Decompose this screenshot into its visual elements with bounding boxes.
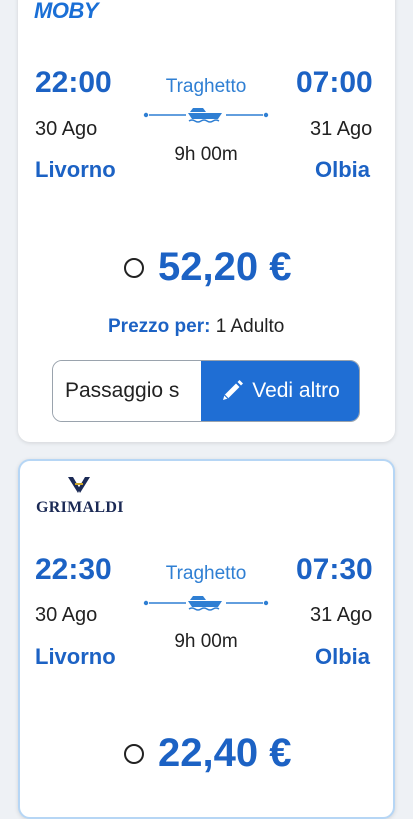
view-more-button[interactable]: Vedi altro	[201, 361, 359, 421]
moby-logo: MOBY	[34, 0, 99, 23]
passage-type-button[interactable]: Passaggio s	[53, 361, 201, 421]
select-offer-radio[interactable]	[124, 744, 144, 764]
transport-mode: Traghetto	[165, 76, 247, 97]
arrival-city: Olbia	[315, 157, 371, 182]
grimaldi-name: GRIMALDI	[36, 499, 124, 516]
departure-date: 30 Ago	[35, 118, 98, 140]
arrival-time: 07:30	[296, 553, 373, 586]
arrival-date: 31 Ago	[310, 604, 373, 626]
departure-city: Livorno	[35, 644, 116, 669]
departure-time: 22:30	[35, 553, 112, 586]
price: 52,20 €	[158, 245, 292, 289]
pencil-icon	[223, 380, 244, 400]
departure-date: 30 Ago	[35, 604, 98, 626]
trip-duration: 9h 00m	[174, 144, 238, 165]
arrival-city: Olbia	[315, 644, 371, 669]
grimaldi-emblem-icon	[68, 477, 90, 493]
arrival-date: 31 Ago	[310, 118, 373, 140]
departure-city: Livorno	[35, 157, 116, 182]
transport-mode: Traghetto	[165, 563, 247, 584]
price: 22,40 €	[158, 731, 292, 775]
ferry-icon	[188, 596, 222, 611]
offer-card-moby[interactable]: MOBY 22:00 Traghetto 07:00 30 Ago 9h 00m…	[18, 0, 395, 442]
price-per: Prezzo per: 1 Adulto	[108, 316, 284, 338]
arrival-time: 07:00	[296, 66, 373, 99]
offer-card-grimaldi[interactable]: GRIMALDI 22:30 Traghetto 07:30 30 Ago 9h…	[18, 459, 395, 819]
ferry-icon	[188, 108, 222, 123]
route-line	[143, 108, 269, 123]
route-line	[143, 596, 269, 611]
trip-duration: 9h 00m	[174, 631, 238, 652]
departure-time: 22:00	[35, 66, 112, 99]
price-per-label: Prezzo per:	[108, 316, 211, 337]
offer-actions: Passaggio s Vedi altro	[52, 360, 360, 422]
view-more-label: Vedi altro	[252, 379, 340, 402]
price-per-value: 1 Adulto	[215, 316, 285, 337]
select-offer-radio[interactable]	[124, 258, 144, 278]
